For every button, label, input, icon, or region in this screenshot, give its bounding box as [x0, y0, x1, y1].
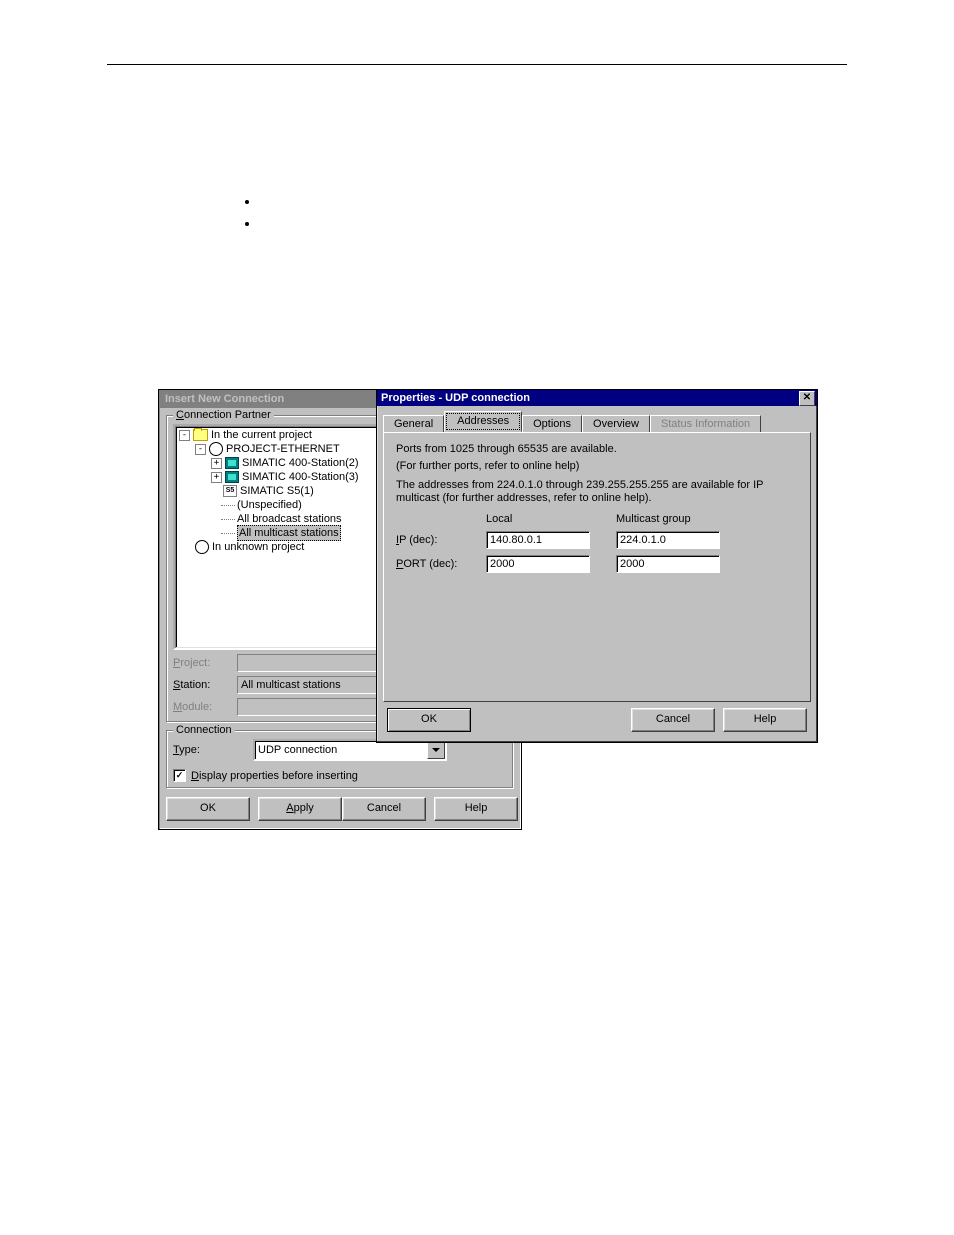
apply-button[interactable]: Apply: [258, 797, 342, 821]
tree-label: In the current project: [211, 428, 312, 442]
display-properties-checkbox[interactable]: ✓: [173, 769, 186, 782]
collapse-icon[interactable]: -: [195, 444, 206, 455]
ok-button[interactable]: OK: [166, 797, 250, 821]
tab-overview[interactable]: Overview: [582, 415, 650, 433]
station-icon: [225, 471, 239, 483]
col-local: Local: [486, 513, 596, 525]
ports-text1: Ports from 1025 through 65535 are availa…: [396, 443, 798, 456]
tree-label: SIMATIC S5(1): [240, 484, 314, 498]
col-multicast: Multicast group: [616, 513, 726, 525]
tree-label: SIMATIC 400-Station(3): [242, 470, 359, 484]
tab-addresses[interactable]: Addresses: [444, 411, 522, 432]
tree-label: SIMATIC 400-Station(2): [242, 456, 359, 470]
multicast-port-input[interactable]: 2000: [616, 555, 720, 573]
expand-icon[interactable]: +: [211, 458, 222, 469]
insert-buttons: OK Apply Cancel Help: [159, 793, 521, 829]
cancel-button[interactable]: Cancel: [342, 797, 426, 821]
bullet-markers: [245, 200, 249, 244]
collapse-icon[interactable]: -: [179, 430, 190, 441]
properties-titlebar[interactable]: Properties - UDP connection ✕: [377, 390, 817, 406]
tree-label: PROJECT-ETHERNET: [226, 442, 340, 456]
display-properties-label: Display properties before inserting: [191, 770, 358, 782]
help-button[interactable]: Help: [723, 708, 807, 732]
type-label: Type:: [173, 744, 253, 756]
ports-text2: (For further ports, refer to online help…: [396, 460, 798, 473]
properties-tabs: General Addresses Options Overview Statu…: [383, 412, 811, 432]
tree-label-selected: All multicast stations: [237, 525, 341, 541]
row-port-label: PORT (dec):: [396, 558, 486, 570]
type-select-value: UDP connection: [255, 744, 337, 756]
tab-status-information: Status Information: [650, 415, 761, 433]
properties-udp-window: Properties - UDP connection ✕ General Ad…: [376, 389, 818, 743]
project-icon: [195, 540, 209, 554]
page-header-rule: [107, 64, 847, 65]
cancel-button[interactable]: Cancel: [631, 708, 715, 732]
address-grid: Local Multicast group IP (dec): 140.80.0…: [396, 513, 798, 573]
tree-connector-icon: [221, 519, 235, 520]
tree-label: (Unspecified): [237, 498, 302, 512]
properties-title: Properties - UDP connection: [381, 392, 530, 404]
row-ip-label: IP (dec):: [396, 534, 486, 546]
project-icon: [209, 442, 223, 456]
close-icon[interactable]: ✕: [799, 391, 815, 406]
tree-connector-icon: [221, 533, 235, 534]
addresses-tab-body: Ports from 1025 through 65535 are availa…: [383, 432, 811, 702]
tab-general[interactable]: General: [383, 415, 444, 433]
station-icon: [225, 457, 239, 469]
tree-connector-icon: [221, 505, 235, 506]
folder-icon: [193, 429, 208, 441]
local-ip-input[interactable]: 140.80.0.1: [486, 531, 590, 549]
multicast-ip-input[interactable]: 224.0.1.0: [616, 531, 720, 549]
connection-partner-legend: Connection Partner: [173, 409, 274, 421]
station-label: Station:: [173, 679, 237, 691]
ip-range-text: The addresses from 224.0.1.0 through 239…: [396, 479, 798, 505]
expand-icon[interactable]: +: [211, 472, 222, 483]
help-button[interactable]: Help: [434, 797, 518, 821]
chevron-down-icon[interactable]: [427, 741, 445, 759]
tree-label: In unknown project: [212, 540, 304, 554]
module-label: Module:: [173, 701, 237, 713]
tree-label: All broadcast stations: [237, 512, 342, 526]
project-label: Project:: [173, 657, 237, 669]
tab-options[interactable]: Options: [522, 415, 582, 433]
ok-button[interactable]: OK: [387, 708, 471, 732]
local-port-input[interactable]: 2000: [486, 555, 590, 573]
s5-icon: S5: [223, 485, 237, 497]
properties-buttons: OK Cancel Help: [377, 708, 817, 742]
connection-legend: Connection: [173, 724, 235, 736]
